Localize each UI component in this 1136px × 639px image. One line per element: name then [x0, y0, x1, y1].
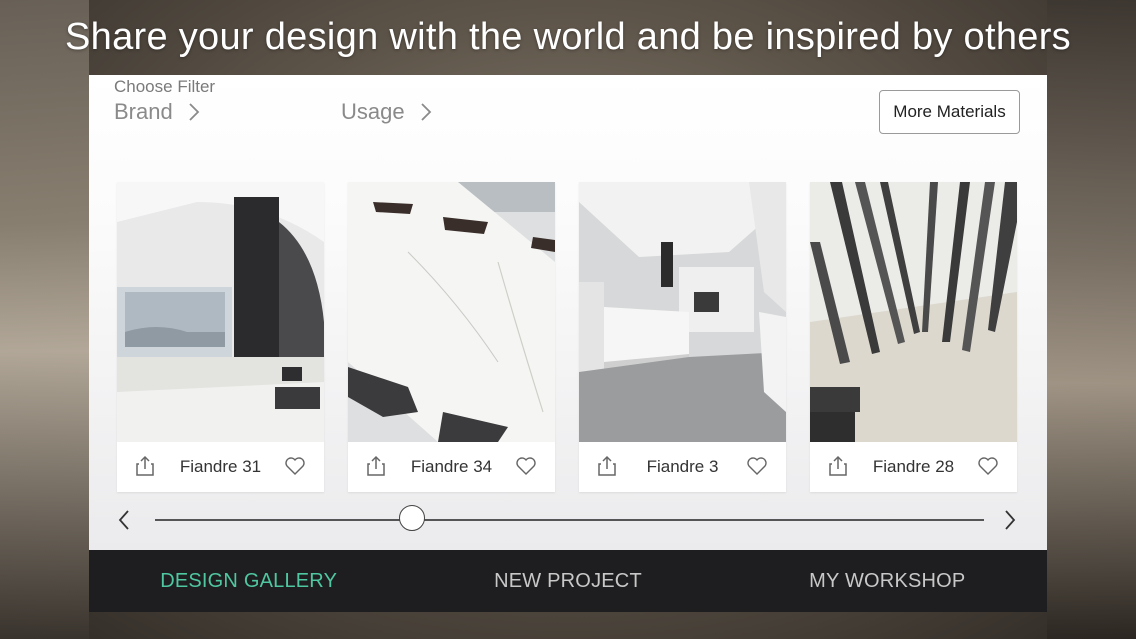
design-card[interactable]: Fiandre 31 [117, 182, 324, 492]
card-footer: Fiandre 34 [348, 442, 555, 492]
gallery-panel: Choose Filter Brand Usage More Materials [89, 75, 1047, 550]
tab-my-workshop[interactable]: MY WORKSHOP [728, 550, 1047, 612]
heart-icon[interactable] [284, 456, 306, 476]
design-photo[interactable] [579, 182, 786, 442]
card-footer: Fiandre 31 [117, 442, 324, 492]
chevron-right-icon [420, 103, 431, 121]
usage-filter-label: Usage [341, 99, 405, 124]
tab-new-project[interactable]: NEW PROJECT [408, 550, 727, 612]
usage-filter[interactable]: Usage [341, 99, 433, 125]
heart-icon[interactable] [746, 456, 768, 476]
more-materials-button[interactable]: More Materials [879, 90, 1020, 134]
card-footer: Fiandre 3 [579, 442, 786, 492]
brand-filter-label: Brand [114, 99, 173, 124]
chevron-right-icon [189, 103, 199, 121]
design-photo[interactable] [117, 182, 324, 442]
gallery-slider-thumb[interactable] [398, 505, 425, 531]
card-footer: Fiandre 28 [810, 442, 1017, 492]
headline: Share your design with the world and be … [65, 16, 1071, 58]
background-left [0, 0, 89, 639]
design-card[interactable]: Fiandre 28 [810, 182, 1017, 492]
design-card[interactable]: Fiandre 3 [579, 182, 786, 492]
heart-icon[interactable] [977, 456, 999, 476]
chevron-right-icon[interactable] [1003, 508, 1017, 532]
tab-design-gallery[interactable]: DESIGN GALLERY [89, 550, 408, 612]
background-right [1047, 0, 1136, 639]
design-photo[interactable] [348, 182, 555, 442]
design-card[interactable]: Fiandre 34 [348, 182, 555, 492]
brand-filter[interactable]: Brand [114, 99, 201, 125]
choose-filter-label: Choose Filter [114, 77, 216, 96]
bottom-nav: DESIGN GALLERY NEW PROJECT MY WORKSHOP [89, 550, 1047, 612]
gallery-slider-track[interactable] [155, 519, 984, 521]
design-photo[interactable] [810, 182, 1017, 442]
heart-icon[interactable] [515, 456, 537, 476]
chevron-left-icon[interactable] [117, 508, 131, 532]
